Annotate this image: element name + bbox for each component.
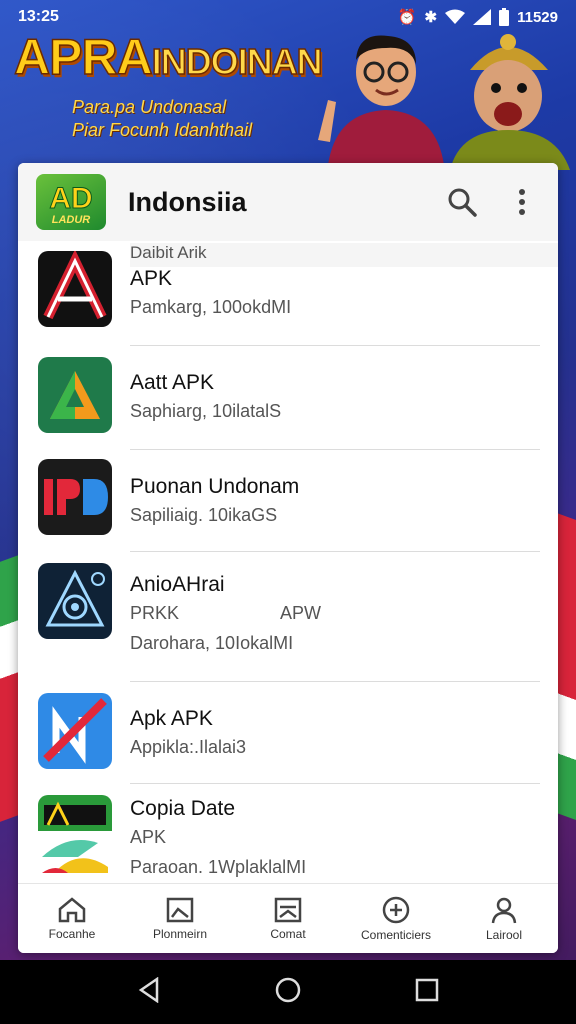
nav-comat[interactable]: Comat: [234, 884, 342, 953]
home-circle-icon: [275, 977, 301, 1002]
status-icons: ⏰ ✱ 11529: [398, 8, 558, 26]
app-name: Apk APK: [130, 707, 213, 730]
nav-home[interactable]: Focanhe: [18, 884, 126, 953]
cartoon-man-illustration: [318, 35, 444, 165]
system-navigation-bar: [0, 960, 576, 1024]
cartoon-warrior-illustration: [450, 34, 570, 170]
app-meta: Appikla:.Ilalai3: [130, 737, 247, 757]
battery-icon: [499, 8, 510, 26]
home-button[interactable]: [275, 977, 301, 1008]
app-name: AnioAHrai: [130, 573, 225, 596]
page-title: Indonsiia: [128, 186, 247, 217]
app-meta: Saphiarg, 10ilatalS: [130, 401, 282, 421]
nav-label: Focanhe: [48, 926, 96, 941]
divider: [130, 783, 540, 784]
app-icon-eye-triangle: [38, 563, 112, 639]
signal-icon: [473, 9, 492, 25]
app-icon-partial: [38, 795, 112, 831]
app-meta: Sapiliaig. 10ikaGS: [130, 505, 278, 525]
bottom-navigation: Focanhe Plonmeirn Comat Comenticiers Lai…: [18, 883, 558, 953]
app-meta: Pamkarg, 100okdMI: [130, 297, 292, 317]
list-item[interactable]: Copia Date APK Paraoan. 1WplaklalMI: [18, 793, 558, 885]
compass-icon: [382, 896, 410, 923]
vibrate-icon: ✱: [424, 9, 438, 26]
nav-profile[interactable]: Lairool: [450, 884, 558, 953]
app-icon-a: [38, 251, 112, 327]
picture-icon: [274, 897, 302, 922]
app-tag: APK: [130, 827, 167, 847]
nav-plonmeirn[interactable]: Plonmeirn: [126, 884, 234, 953]
search-icon: [448, 188, 477, 217]
list-item[interactable]: Aatt APK Saphiarg, 10ilatalS: [18, 349, 558, 451]
app-name: Copia Date: [130, 797, 236, 820]
app-header: AD LADUR Indonsiia: [18, 163, 558, 241]
recents-button[interactable]: [415, 978, 439, 1007]
more-vert-icon: [519, 189, 525, 215]
app-icon-triangle: [38, 357, 112, 433]
search-button[interactable]: [444, 184, 480, 220]
promo-banner[interactable]: APRAINDOINAN Para.pa Undonasal Piar Focu…: [0, 28, 576, 170]
nav-comenticiers[interactable]: Comenticiers: [342, 884, 450, 953]
list-item[interactable]: Apk APK Appikla:.Ilalai3: [18, 689, 558, 789]
app-list-card: AD LADUR Indonsiia Daibit Arik APK Pamka…: [18, 163, 558, 953]
banner-title: APRAINDOINAN: [13, 28, 323, 86]
app-meta: Darohara, 10IokalMI: [130, 633, 294, 653]
store-logo[interactable]: AD LADUR: [36, 174, 106, 230]
list-item[interactable]: APK Pamkarg, 100okdMI: [18, 245, 558, 347]
app-icon-overlap: [38, 833, 112, 873]
divider: [130, 681, 540, 682]
app-icon-slash: [38, 693, 112, 769]
wifi-icon: [445, 9, 466, 24]
back-button[interactable]: [137, 976, 161, 1008]
app-name: Puonan Undonam: [130, 475, 300, 498]
nav-label: Comat: [270, 926, 306, 941]
home-icon: [58, 896, 86, 922]
nav-label: Plonmeirn: [152, 926, 208, 941]
banner-subtitle: Para.pa Undonasal Piar Focunh Idanhthail: [72, 97, 253, 140]
app-name: Aatt APK: [130, 371, 215, 394]
app-name: APK: [130, 267, 173, 290]
person-icon: [491, 897, 517, 923]
nav-label: Comenticiers: [360, 927, 432, 942]
back-triangle-icon: [138, 976, 159, 1003]
image-icon: [166, 897, 194, 922]
battery-text: 11529: [517, 8, 558, 26]
status-time: 13:25: [18, 8, 59, 25]
divider: [130, 345, 540, 346]
divider: [130, 449, 540, 450]
alarm-icon: ⏰: [397, 9, 417, 26]
more-options-button[interactable]: [504, 184, 540, 220]
nav-label: Lairool: [485, 927, 523, 942]
list-item[interactable]: Puonan Undonam Sapiliaig. 10ikaGS: [18, 453, 558, 553]
divider: [130, 551, 540, 552]
app-meta: Paraoan. 1WplaklalMI: [130, 857, 307, 877]
app-tag-right: APW: [280, 603, 322, 623]
recents-square-icon: [415, 978, 439, 1001]
app-icon-ipd: [38, 459, 112, 535]
app-tag-left: PRKK: [130, 603, 180, 623]
list-item[interactable]: AnioAHrai PRKK APW Darohara, 10IokalMI: [18, 557, 558, 683]
